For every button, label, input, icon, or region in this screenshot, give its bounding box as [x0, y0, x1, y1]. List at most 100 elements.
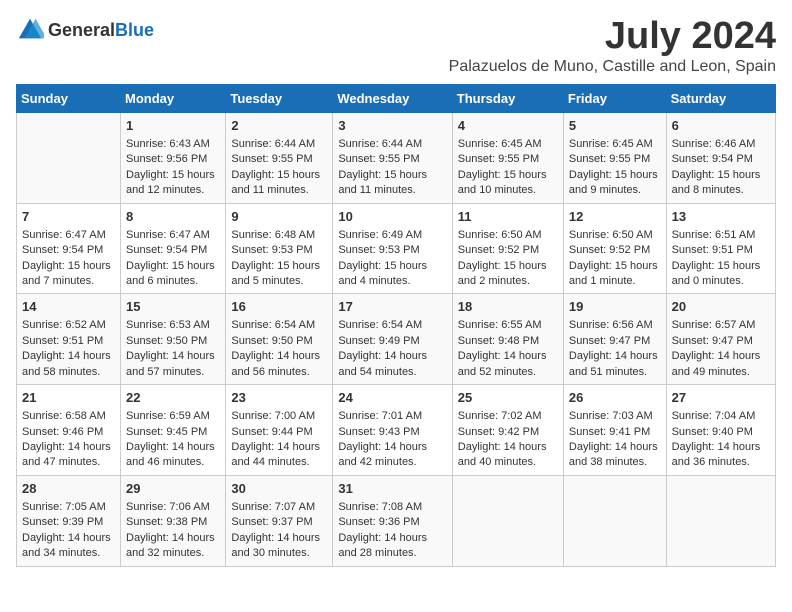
- day-number: 27: [672, 389, 770, 407]
- cell-info: Sunrise: 6:44 AM: [338, 137, 446, 152]
- cell-info: Sunset: 9:44 PM: [231, 425, 327, 440]
- cell-info: Sunset: 9:48 PM: [458, 334, 558, 349]
- cell-info: Daylight: 14 hours and 28 minutes.: [338, 531, 446, 562]
- calendar-cell: 27Sunrise: 7:04 AMSunset: 9:40 PMDayligh…: [666, 385, 775, 476]
- calendar-cell: 7Sunrise: 6:47 AMSunset: 9:54 PMDaylight…: [17, 203, 121, 294]
- cell-info: Daylight: 14 hours and 58 minutes.: [22, 349, 115, 380]
- cell-info: Daylight: 14 hours and 32 minutes.: [126, 531, 220, 562]
- cell-info: Sunset: 9:36 PM: [338, 515, 446, 530]
- cell-info: Daylight: 14 hours and 51 minutes.: [569, 349, 661, 380]
- week-row-4: 21Sunrise: 6:58 AMSunset: 9:46 PMDayligh…: [17, 385, 776, 476]
- day-number: 22: [126, 389, 220, 407]
- cell-info: Sunrise: 7:07 AM: [231, 500, 327, 515]
- calendar-cell: [563, 475, 666, 566]
- cell-info: Sunset: 9:54 PM: [126, 243, 220, 258]
- day-number: 18: [458, 298, 558, 316]
- day-number: 13: [672, 208, 770, 226]
- week-row-3: 14Sunrise: 6:52 AMSunset: 9:51 PMDayligh…: [17, 294, 776, 385]
- cell-info: Daylight: 15 hours and 2 minutes.: [458, 259, 558, 290]
- cell-info: Sunset: 9:43 PM: [338, 425, 446, 440]
- cell-info: Sunrise: 6:44 AM: [231, 137, 327, 152]
- cell-info: Sunrise: 6:59 AM: [126, 409, 220, 424]
- cell-info: Sunrise: 6:47 AM: [22, 228, 115, 243]
- logo-general: General: [48, 20, 115, 40]
- day-number: 10: [338, 208, 446, 226]
- days-header-row: SundayMondayTuesdayWednesdayThursdayFrid…: [17, 84, 776, 112]
- cell-info: Sunset: 9:55 PM: [338, 152, 446, 167]
- cell-info: Daylight: 14 hours and 57 minutes.: [126, 349, 220, 380]
- day-number: 1: [126, 117, 220, 135]
- logo: GeneralBlue: [16, 16, 154, 44]
- calendar-cell: 18 Sunrise: 6:55 AMSunset: 9:48 PMDayligh…: [452, 294, 563, 385]
- cell-info: Daylight: 15 hours and 10 minutes.: [458, 168, 558, 199]
- cell-info: Daylight: 15 hours and 11 minutes.: [338, 168, 446, 199]
- cell-info: Sunrise: 7:08 AM: [338, 500, 446, 515]
- calendar-cell: 6Sunrise: 6:46 AMSunset: 9:54 PMDaylight…: [666, 112, 775, 203]
- day-number: 19: [569, 298, 661, 316]
- cell-info: Sunrise: 6:55 AM: [458, 318, 558, 333]
- day-number: 4: [458, 117, 558, 135]
- day-number: 29: [126, 480, 220, 498]
- day-header-thursday: Thursday: [452, 84, 563, 112]
- cell-info: Sunset: 9:45 PM: [126, 425, 220, 440]
- cell-info: Sunrise: 7:05 AM: [22, 500, 115, 515]
- cell-info: Daylight: 15 hours and 11 minutes.: [231, 168, 327, 199]
- calendar-cell: 21Sunrise: 6:58 AMSunset: 9:46 PMDayligh…: [17, 385, 121, 476]
- cell-info: Sunset: 9:51 PM: [672, 243, 770, 258]
- calendar-cell: 22Sunrise: 6:59 AMSunset: 9:45 PMDayligh…: [121, 385, 226, 476]
- cell-info: Sunrise: 6:56 AM: [569, 318, 661, 333]
- cell-info: Sunset: 9:38 PM: [126, 515, 220, 530]
- calendar-cell: 30Sunrise: 7:07 AMSunset: 9:37 PMDayligh…: [226, 475, 333, 566]
- cell-info: Sunrise: 6:51 AM: [672, 228, 770, 243]
- cell-info: Sunset: 9:53 PM: [338, 243, 446, 258]
- cell-info: Sunset: 9:49 PM: [338, 334, 446, 349]
- calendar-cell: 29Sunrise: 7:06 AMSunset: 9:38 PMDayligh…: [121, 475, 226, 566]
- day-number: 5: [569, 117, 661, 135]
- calendar-cell: 25Sunrise: 7:02 AMSunset: 9:42 PMDayligh…: [452, 385, 563, 476]
- calendar-cell: 3Sunrise: 6:44 AMSunset: 9:55 PMDaylight…: [333, 112, 452, 203]
- cell-info: Sunrise: 6:52 AM: [22, 318, 115, 333]
- calendar-cell: 4Sunrise: 6:45 AMSunset: 9:55 PMDaylight…: [452, 112, 563, 203]
- cell-info: Daylight: 14 hours and 30 minutes.: [231, 531, 327, 562]
- cell-info: Sunset: 9:56 PM: [126, 152, 220, 167]
- cell-info: Sunset: 9:41 PM: [569, 425, 661, 440]
- week-row-1: 1Sunrise: 6:43 AMSunset: 9:56 PMDaylight…: [17, 112, 776, 203]
- day-number: 12: [569, 208, 661, 226]
- calendar-cell: 23Sunrise: 7:00 AMSunset: 9:44 PMDayligh…: [226, 385, 333, 476]
- cell-info: Sunrise: 7:00 AM: [231, 409, 327, 424]
- calendar-cell: 19Sunrise: 6:56 AMSunset: 9:47 PMDayligh…: [563, 294, 666, 385]
- calendar-cell: 20Sunrise: 6:57 AMSunset: 9:47 PMDayligh…: [666, 294, 775, 385]
- calendar-cell: 10Sunrise: 6:49 AMSunset: 9:53 PMDayligh…: [333, 203, 452, 294]
- cell-info: Sunrise: 6:53 AM: [126, 318, 220, 333]
- cell-info: Sunrise: 7:04 AM: [672, 409, 770, 424]
- cell-info: Daylight: 14 hours and 49 minutes.: [672, 349, 770, 380]
- day-number: 21: [22, 389, 115, 407]
- day-number: 6: [672, 117, 770, 135]
- day-number: 25: [458, 389, 558, 407]
- cell-info: Sunset: 9:42 PM: [458, 425, 558, 440]
- calendar-cell: 15 Sunrise: 6:53 AMSunset: 9:50 PMDayligh…: [121, 294, 226, 385]
- cell-info: Sunrise: 6:48 AM: [231, 228, 327, 243]
- cell-info: Daylight: 15 hours and 12 minutes.: [126, 168, 220, 199]
- day-number: 7: [22, 208, 115, 226]
- cell-info: Sunset: 9:50 PM: [126, 334, 220, 349]
- calendar-cell: [452, 475, 563, 566]
- cell-info: Sunrise: 6:58 AM: [22, 409, 115, 424]
- cell-info: Sunrise: 6:50 AM: [458, 228, 558, 243]
- cell-info: Sunset: 9:54 PM: [22, 243, 115, 258]
- cell-info: Daylight: 14 hours and 38 minutes.: [569, 440, 661, 471]
- cell-info: Sunrise: 6:49 AM: [338, 228, 446, 243]
- day-header-saturday: Saturday: [666, 84, 775, 112]
- day-number: 15: [126, 298, 220, 316]
- cell-info: Sunrise: 6:54 AM: [338, 318, 446, 333]
- logo-blue: Blue: [115, 20, 154, 40]
- cell-info: Sunrise: 6:54 AM: [231, 318, 327, 333]
- cell-info: Daylight: 14 hours and 52 minutes.: [458, 349, 558, 380]
- day-number: 2: [231, 117, 327, 135]
- week-row-2: 7Sunrise: 6:47 AMSunset: 9:54 PMDaylight…: [17, 203, 776, 294]
- cell-info: Daylight: 14 hours and 44 minutes.: [231, 440, 327, 471]
- cell-info: Daylight: 15 hours and 6 minutes.: [126, 259, 220, 290]
- logo-icon: [16, 16, 44, 44]
- day-number: 20: [672, 298, 770, 316]
- cell-info: Daylight: 14 hours and 56 minutes.: [231, 349, 327, 380]
